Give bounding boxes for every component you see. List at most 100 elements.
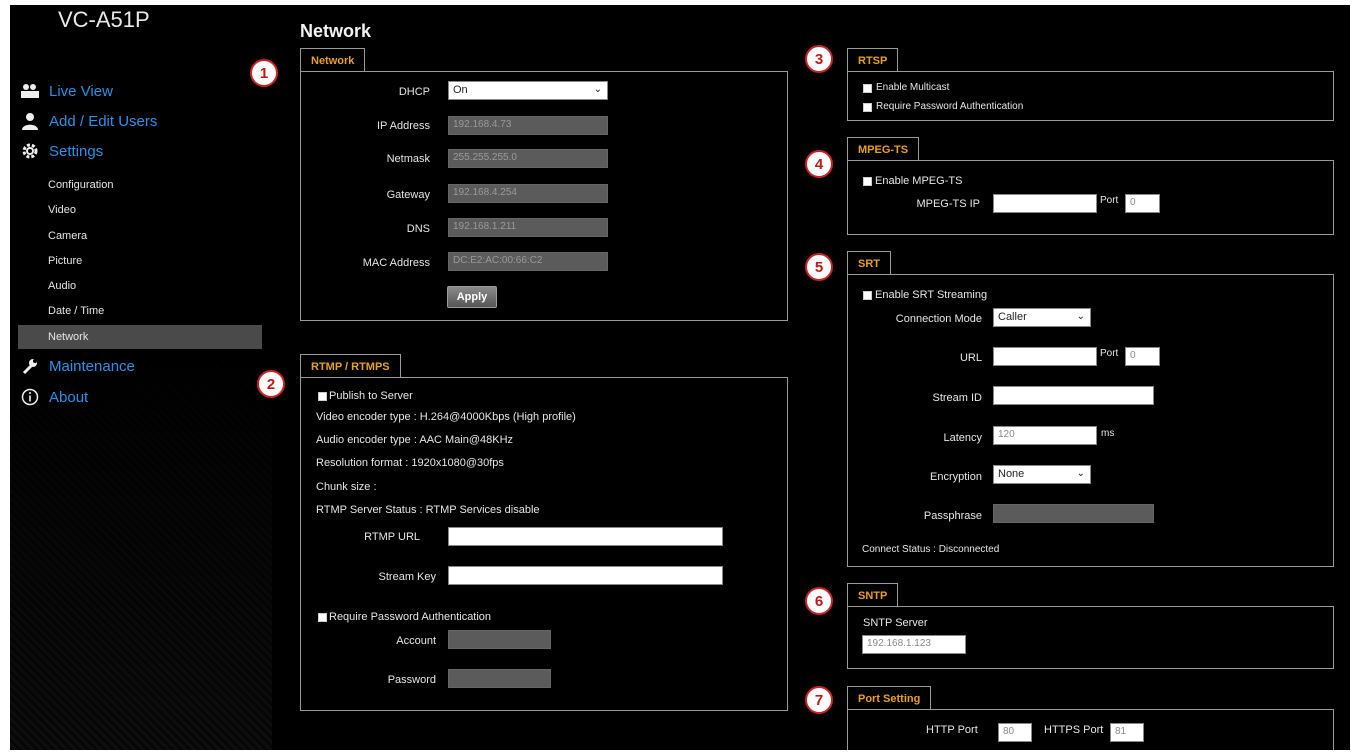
- sidebar-sub-configuration[interactable]: Configuration: [48, 179, 113, 191]
- apply-button[interactable]: Apply: [447, 286, 497, 308]
- rtmp-status-info: RTMP Server Status : RTMP Services disab…: [316, 504, 540, 516]
- ip-address-label: IP Address: [377, 120, 430, 132]
- stream-key-label: Stream Key: [378, 571, 436, 583]
- publish-label: Publish to Server: [329, 390, 413, 402]
- sidebar-item-label: Add / Edit Users: [49, 112, 158, 130]
- srt-connect-status: Connect Status : Disconnected: [862, 544, 1000, 555]
- srt-enable-checkbox[interactable]: [863, 291, 872, 300]
- gear-icon: [20, 141, 40, 161]
- chevron-down-icon: ⌄: [1076, 468, 1085, 479]
- video-encoder-info: Video encoder type : H.264@4000Kbps (Hig…: [316, 411, 576, 423]
- sidebar-item-label: About: [49, 388, 89, 406]
- passphrase-label: Passphrase: [923, 510, 982, 522]
- sidebar-sub-picture[interactable]: Picture: [48, 255, 82, 267]
- sidebar-item-live-view[interactable]: Live View: [10, 78, 272, 104]
- password-input[interactable]: [448, 669, 551, 688]
- mpegts-ip-label: MPEG-TS IP: [916, 198, 980, 210]
- gateway-field[interactable]: 192.168.4.254: [448, 184, 608, 203]
- mpegts-port-input[interactable]: 0: [1125, 194, 1160, 213]
- sntp-server-label: SNTP Server: [863, 617, 928, 629]
- dns-field[interactable]: 192.168.1.211: [448, 218, 608, 237]
- tab-port-setting[interactable]: Port Setting: [847, 686, 932, 710]
- latency-input[interactable]: 120: [993, 426, 1097, 445]
- password-label: Password: [387, 674, 436, 686]
- stream-id-input[interactable]: [993, 386, 1154, 405]
- publish-checkbox[interactable]: [318, 392, 327, 401]
- page-title: Network: [300, 21, 372, 41]
- http-port-input[interactable]: 80: [998, 723, 1032, 742]
- multicast-checkbox[interactable]: [863, 84, 872, 93]
- ip-address-field[interactable]: 192.168.4.73: [448, 116, 608, 135]
- sidebar-item-about[interactable]: About: [10, 384, 272, 410]
- srt-port-label: Port: [1100, 348, 1119, 359]
- rtsp-panel: [847, 71, 1334, 121]
- netmask-label: Netmask: [386, 153, 430, 165]
- rtmp-require-auth-label: Require Password Authentication: [329, 611, 492, 623]
- rtmp-url-label: RTMP URL: [364, 531, 420, 543]
- callout-7: 7: [805, 686, 833, 714]
- account-input[interactable]: [448, 630, 551, 649]
- sidebar-sub-video[interactable]: Video: [48, 204, 76, 216]
- callout-6: 6: [805, 587, 833, 615]
- tab-srt[interactable]: SRT: [847, 251, 891, 275]
- wrench-icon: [20, 356, 40, 376]
- dns-label: DNS: [406, 223, 430, 235]
- sidebar-sub-camera[interactable]: Camera: [48, 230, 87, 242]
- srt-port-input[interactable]: 0: [1125, 347, 1160, 366]
- latency-label: Latency: [943, 432, 982, 444]
- tab-network[interactable]: Network: [300, 48, 366, 72]
- info-icon: [20, 387, 40, 407]
- sidebar-sub-network[interactable]: Network: [48, 331, 88, 343]
- sidebar-item-label: Maintenance: [49, 357, 135, 375]
- stream-id-label: Stream ID: [932, 392, 982, 404]
- callout-5: 5: [805, 253, 833, 281]
- encryption-value: None: [998, 468, 1025, 480]
- rtmp-require-auth-checkbox[interactable]: [318, 613, 327, 622]
- http-port-label: HTTP Port: [926, 724, 978, 736]
- mpegts-port-label: Port: [1100, 195, 1119, 206]
- audio-encoder-info: Audio encoder type : AAC Main@48KHz: [316, 434, 514, 446]
- sidebar-item-add-edit-users[interactable]: Add / Edit Users: [10, 108, 272, 134]
- encryption-label: Encryption: [930, 471, 982, 483]
- sidebar-item-maintenance[interactable]: Maintenance: [10, 353, 272, 379]
- rtsp-auth-label: Require Password Authentication: [876, 101, 1024, 112]
- resolution-info: Resolution format : 1920x1080@30fps: [316, 457, 504, 469]
- model-name: VC-A51P: [58, 7, 150, 32]
- tab-rtmp[interactable]: RTMP / RTMPS: [300, 354, 401, 378]
- app-frame: VC-A51P Live View Add / Edit Users Setti…: [10, 5, 1350, 750]
- connection-mode-select[interactable]: Caller ⌄: [993, 308, 1091, 327]
- mac-address-field[interactable]: DC:E2:AC:00:66:C2: [448, 252, 608, 271]
- srt-url-input[interactable]: [993, 347, 1097, 366]
- rtmp-url-input[interactable]: [448, 527, 723, 546]
- sidebar-item-label: Settings: [49, 142, 104, 160]
- callout-1: 1: [250, 59, 278, 87]
- mpegts-enable-checkbox[interactable]: [863, 177, 872, 186]
- mpegts-ip-input[interactable]: [993, 194, 1097, 213]
- user-icon: [20, 111, 40, 131]
- https-port-input[interactable]: 81: [1110, 723, 1144, 742]
- encryption-select[interactable]: None ⌄: [993, 465, 1091, 484]
- sidebar-sub-date-time[interactable]: Date / Time: [48, 305, 104, 317]
- chevron-down-icon: ⌄: [593, 84, 602, 95]
- chevron-down-icon: ⌄: [1076, 311, 1085, 322]
- sidebar-item-label: Live View: [49, 82, 113, 100]
- stream-key-input[interactable]: [448, 566, 723, 585]
- tab-sntp[interactable]: SNTP: [847, 583, 899, 607]
- rtsp-auth-checkbox[interactable]: [863, 103, 872, 112]
- camera-icon: [20, 81, 40, 101]
- dhcp-label: DHCP: [398, 86, 430, 98]
- dhcp-select[interactable]: On ⌄: [448, 81, 608, 100]
- mac-address-label: MAC Address: [362, 257, 430, 269]
- callout-2: 2: [257, 370, 285, 398]
- sidebar-item-settings[interactable]: Settings: [10, 138, 272, 164]
- dhcp-value: On: [453, 84, 468, 96]
- tab-rtsp[interactable]: RTSP: [847, 48, 899, 72]
- tab-mpeg-ts[interactable]: MPEG-TS: [847, 137, 920, 161]
- callout-4: 4: [805, 150, 833, 178]
- passphrase-input[interactable]: [993, 504, 1154, 523]
- sntp-server-input[interactable]: 192.168.1.123: [862, 635, 966, 654]
- sidebar-sub-audio[interactable]: Audio: [48, 280, 76, 292]
- account-label: Account: [396, 635, 436, 647]
- netmask-field[interactable]: 255.255.255.0: [448, 149, 608, 168]
- sidebar: VC-A51P Live View Add / Edit Users Setti…: [10, 5, 272, 750]
